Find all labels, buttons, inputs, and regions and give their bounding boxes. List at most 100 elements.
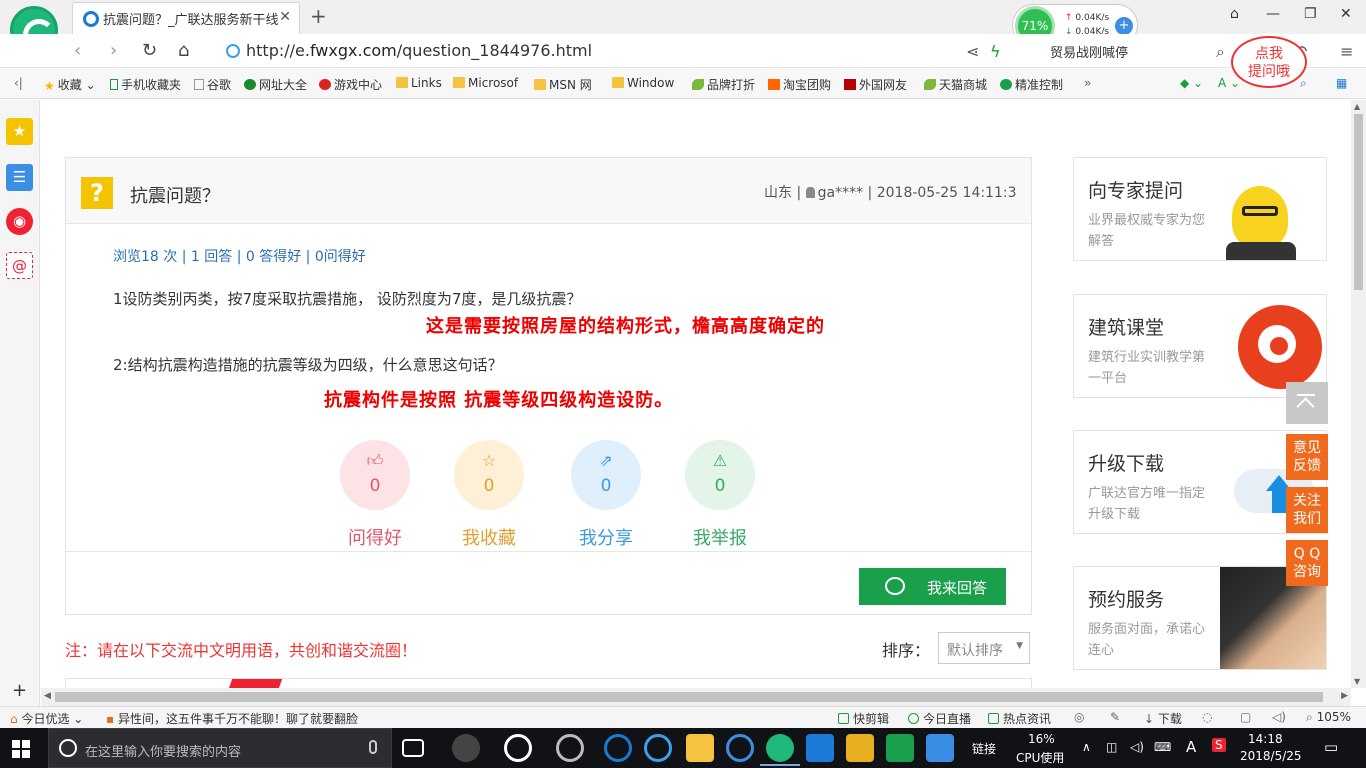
tray-date[interactable]: 2018/5/25 (1240, 749, 1302, 763)
bookmark-tmall[interactable]: 天猫商城 (924, 76, 987, 93)
glodon-app-icon[interactable] (886, 734, 914, 762)
tool-app-icon[interactable] (926, 734, 954, 762)
new-tab-button[interactable]: + (310, 4, 327, 28)
tray-volume-icon[interactable]: ◁) (1130, 740, 1144, 754)
tray-time[interactable]: 14:18 (1248, 732, 1283, 746)
file-explorer-icon[interactable] (686, 734, 714, 762)
back-button[interactable]: ‹ (74, 40, 81, 61)
horizontal-scrollbar[interactable]: ◀ ▶ (41, 688, 1351, 706)
scroll-left-icon[interactable]: ◀ (44, 691, 51, 701)
ask-bubble[interactable]: 点我 提问哦 (1231, 36, 1307, 88)
bookmark-mobile[interactable]: 手机收藏夹 (110, 76, 181, 93)
cross-app-icon[interactable] (806, 734, 834, 762)
notification-icon[interactable]: ▭ (1324, 738, 1338, 756)
scroll-up-icon[interactable]: ▲ (1354, 102, 1360, 111)
add-sidebar-icon[interactable]: + (12, 680, 27, 701)
mail-icon[interactable]: @ (6, 252, 33, 279)
status-live[interactable]: 今日直播 (908, 710, 971, 727)
cpu-usage[interactable]: 16% (1028, 732, 1055, 746)
notes-app-icon[interactable] (846, 734, 874, 762)
scroll-thumb[interactable] (1354, 114, 1363, 290)
search-icon[interactable]: ⌕ (1216, 42, 1225, 62)
bookmark-links[interactable]: Links (396, 76, 442, 90)
bookmark-google[interactable]: 谷歌 (194, 76, 231, 93)
tray-network-icon[interactable]: ◫ (1106, 740, 1117, 754)
status-news[interactable]: 热点资讯 (988, 710, 1051, 727)
bookmark-windows[interactable]: Window (612, 76, 674, 90)
action-label[interactable]: 我举报 (675, 524, 765, 550)
menu-icon[interactable]: ≡ (1340, 42, 1353, 61)
scroll-down-icon[interactable]: ▼ (1354, 677, 1360, 686)
bookmark-microsoft[interactable]: Microsof (453, 76, 518, 90)
apps-grid-icon[interactable]: ▦ (1336, 76, 1347, 90)
browser-tab[interactable]: 抗震问题？_广联达服务新干线 ✕ (72, 2, 300, 34)
bookmark-msn[interactable]: MSN 网 (534, 76, 592, 93)
answer-button[interactable]: 我来回答 (859, 568, 1006, 605)
news-headline[interactable]: ▪ 异性间，这五件事千万不能聊！聊了就要翻脸 (106, 710, 358, 727)
action-circle[interactable]: 👍︎ 0 (340, 440, 410, 510)
tray-link[interactable]: 链接 (972, 740, 996, 757)
action-circle[interactable]: ⚠ 0 (685, 440, 755, 510)
today-picks[interactable]: ⌂ 今日优选 ⌄ (10, 710, 83, 727)
search-suggestion[interactable]: 贸易战刚喊停 (1050, 42, 1128, 61)
speedup-icon[interactable]: ◎ (1074, 710, 1084, 724)
audio-icon[interactable]: ◁) (1272, 710, 1286, 724)
action-label[interactable]: 我收藏 (444, 524, 534, 550)
g-app-icon[interactable] (726, 734, 754, 762)
action-circle[interactable]: ☆ 0 (454, 440, 524, 510)
shield-icon[interactable]: ◆ ⌄ (1180, 76, 1203, 90)
task-view-icon[interactable] (402, 739, 424, 757)
action-favorite[interactable]: ☆ 0 我收藏 (454, 440, 524, 549)
close-tab-icon[interactable]: ✕ (279, 9, 291, 25)
bookmark-precise[interactable]: 精准控制 (1000, 76, 1063, 93)
bookmark-games[interactable]: 游戏中心 (319, 76, 382, 93)
action-share[interactable]: ⇗ 0 我分享 (571, 440, 641, 549)
browser-taskbar-icon[interactable] (760, 734, 800, 766)
forward-button[interactable]: › (110, 40, 117, 61)
ime-indicator[interactable]: A (1186, 738, 1196, 756)
network-app-icon[interactable] (556, 734, 584, 762)
weibo-icon[interactable]: ◉ (6, 208, 33, 235)
window-icon[interactable]: ▢ (1240, 710, 1251, 724)
clean-icon[interactable]: ◌ (1202, 710, 1212, 724)
back-to-top-button[interactable] (1286, 382, 1328, 424)
bookmarks-toggle-icon[interactable]: ‹| (14, 76, 23, 90)
action-good-question[interactable]: 👍︎ 0 问得好 (340, 440, 410, 549)
scroll-thumb[interactable] (55, 692, 1323, 702)
bookmark-taobao[interactable]: 淘宝团购 (768, 76, 831, 93)
tray-overflow-icon[interactable]: ∧ (1082, 740, 1091, 754)
speed-plus-icon[interactable]: + (1115, 17, 1133, 35)
vertical-scrollbar[interactable]: ▲ ▼ (1351, 100, 1366, 688)
bookmark-sites[interactable]: 网址大全 (244, 76, 307, 93)
restore-button[interactable]: ❐ (1304, 6, 1317, 22)
bookmark-foreign[interactable]: 外国网友 (844, 76, 907, 93)
action-report[interactable]: ⚠ 0 我举报 (685, 440, 755, 549)
reading-list-icon[interactable]: ☰ (6, 164, 33, 191)
bookmark-brand-discount[interactable]: 品牌打折 (692, 76, 755, 93)
meta-user[interactable]: ga**** (818, 185, 863, 201)
action-label[interactable]: 我分享 (561, 524, 651, 550)
edge-browser-icon[interactable] (504, 734, 532, 762)
windows-start-icon[interactable] (12, 740, 30, 758)
sogou-ime-icon[interactable]: S (1212, 738, 1226, 752)
home-button[interactable]: ⌂ (178, 40, 189, 61)
fan-app-icon[interactable] (452, 734, 480, 762)
microphone-icon[interactable] (369, 740, 377, 754)
ie-taskbar-icon[interactable] (644, 734, 672, 762)
ask-expert-card[interactable]: 向专家提问 业界最权威专家为您解答 (1073, 157, 1327, 261)
scroll-right-icon[interactable]: ▶ (1341, 691, 1348, 701)
action-label[interactable]: 问得好 (330, 524, 420, 550)
qq-consult-button[interactable]: Q Q 咨询 (1286, 540, 1328, 586)
edge-icon[interactable] (604, 734, 632, 762)
tray-keyboard-icon[interactable]: ⌨ (1154, 740, 1171, 754)
refresh-button[interactable]: ↻ (142, 40, 157, 61)
share-icon[interactable]: ⋖ (966, 42, 979, 61)
pin-icon[interactable]: ✎ (1110, 710, 1120, 724)
url-field[interactable]: http://e.fwxgx.com/question_1844976.html (214, 38, 960, 64)
status-quick-edit[interactable]: 快剪辑 (838, 710, 889, 727)
bookmark-favorites[interactable]: ★ 收藏 ⌄ (44, 76, 96, 93)
follow-us-button[interactable]: 关注 我们 (1286, 487, 1328, 533)
skin-icon[interactable]: ⌂ (1230, 6, 1239, 22)
sort-select[interactable]: 默认排序 ▼ (938, 632, 1030, 664)
status-download[interactable]: ↓ 下载 (1144, 710, 1182, 727)
